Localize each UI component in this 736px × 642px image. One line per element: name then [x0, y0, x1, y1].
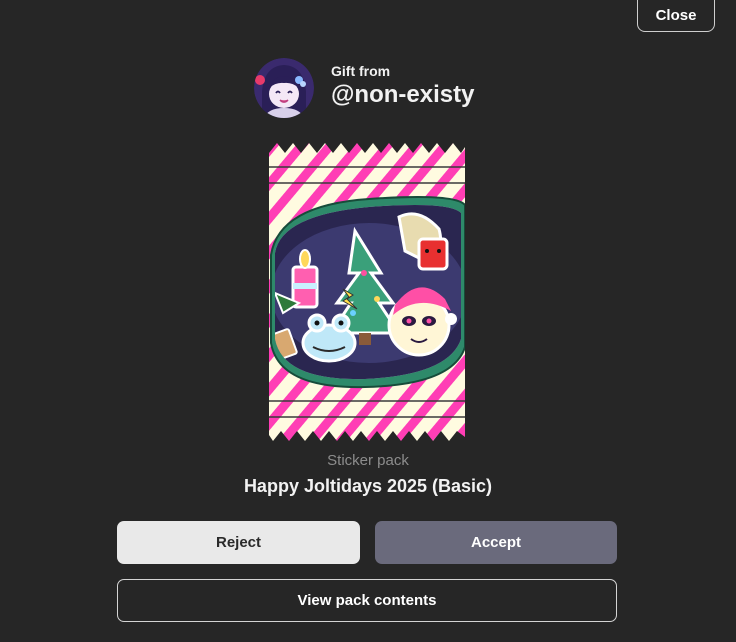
gift-from-label: Gift from — [331, 63, 391, 79]
view-pack-contents-button[interactable]: View pack contents — [117, 579, 617, 622]
gift-dialog: Close Gift from @non-existy Sticker pack… — [0, 0, 736, 642]
gift-sender: Gift from @non-existy — [254, 58, 474, 118]
sticker-pack-image[interactable] — [269, 143, 465, 441]
accept-button[interactable]: Accept — [375, 521, 617, 564]
sender-text: Gift from @non-existy — [331, 63, 475, 110]
pack-title: Happy Joltidays 2025 (Basic) — [243, 476, 493, 496]
sticker-pack-wrapper-icon — [269, 143, 465, 441]
pack-type-label: Sticker pack — [327, 452, 409, 469]
reject-button[interactable]: Reject — [117, 521, 360, 564]
avatar-icon — [254, 58, 314, 118]
avatar — [254, 58, 314, 118]
close-button[interactable]: Close — [637, 0, 715, 32]
sender-username: @non-existy — [331, 81, 475, 108]
